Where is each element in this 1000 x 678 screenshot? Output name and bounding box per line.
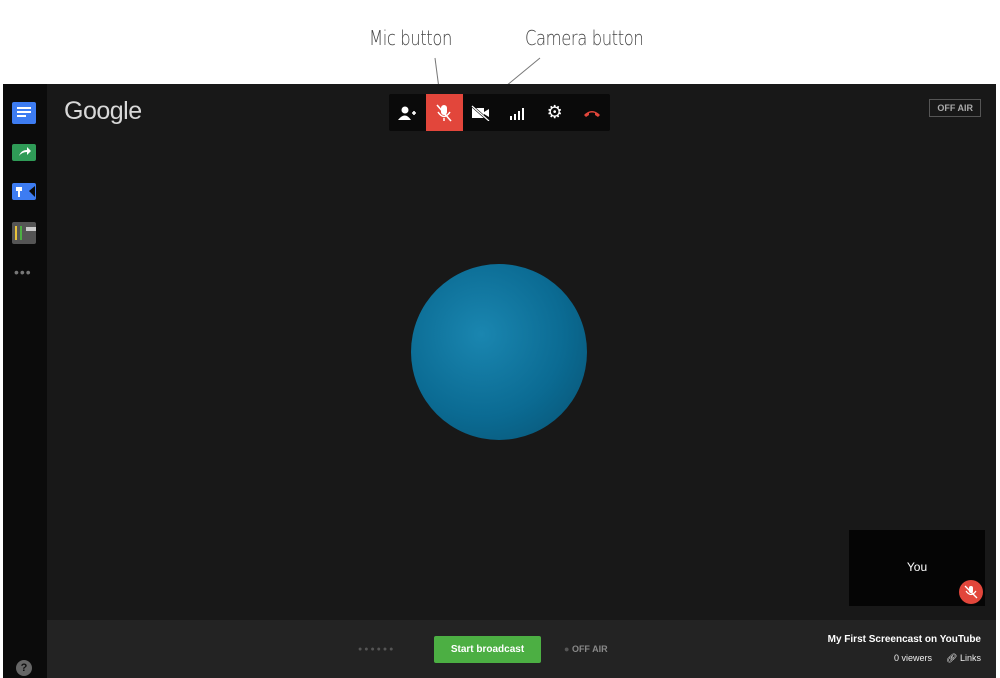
link-icon: 🔗︎ [946, 653, 960, 663]
broadcast-title: My First Screencast on YouTube [827, 634, 981, 645]
hangup-icon [583, 110, 600, 117]
start-broadcast-button[interactable]: Start broadcast [434, 636, 541, 663]
invite-icon [398, 106, 417, 120]
audio-level-indicator: ●●●●●● [358, 646, 396, 653]
control-room-icon[interactable] [12, 183, 36, 200]
self-mic-muted-icon [959, 580, 983, 604]
hangout-window: ••• ? Google ⚙ OFF AIR You ●●●●●● Start … [3, 84, 996, 678]
hangup-button[interactable] [573, 94, 610, 131]
broadcast-status: ● OFF AIR [564, 644, 608, 654]
mic-muted-icon [436, 103, 452, 122]
help-icon[interactable]: ? [16, 660, 32, 676]
more-icon[interactable]: ••• [14, 264, 32, 280]
self-view-label: You [906, 560, 928, 574]
broadcast-bar: ●●●●●● Start broadcast ● OFF AIR My Firs… [47, 620, 996, 678]
links-button[interactable]: 🔗︎ Links [946, 653, 981, 664]
broadcast-status-text: OFF AIR [571, 644, 608, 654]
mixer-icon[interactable] [12, 222, 36, 244]
viewer-count: 0 viewers [893, 653, 932, 663]
chat-icon[interactable] [12, 102, 36, 124]
sidebar: ••• ? [3, 84, 47, 678]
invite-button[interactable] [389, 94, 426, 131]
participant-avatar [411, 264, 587, 440]
screenshare-icon[interactable] [12, 144, 36, 161]
links-label: Links [959, 653, 981, 663]
google-logo: Google [64, 97, 142, 125]
mic-button[interactable] [425, 94, 463, 131]
self-view: You [849, 530, 985, 606]
camera-off-icon [471, 104, 490, 121]
camera-button[interactable] [463, 94, 500, 131]
on-air-status-badge: OFF AIR [929, 99, 981, 117]
bandwidth-icon [509, 107, 524, 120]
call-toolbar: ⚙ [389, 94, 610, 131]
settings-button[interactable]: ⚙ [536, 94, 573, 131]
settings-icon: ⚙ [546, 102, 563, 122]
bandwidth-button[interactable] [499, 94, 536, 131]
